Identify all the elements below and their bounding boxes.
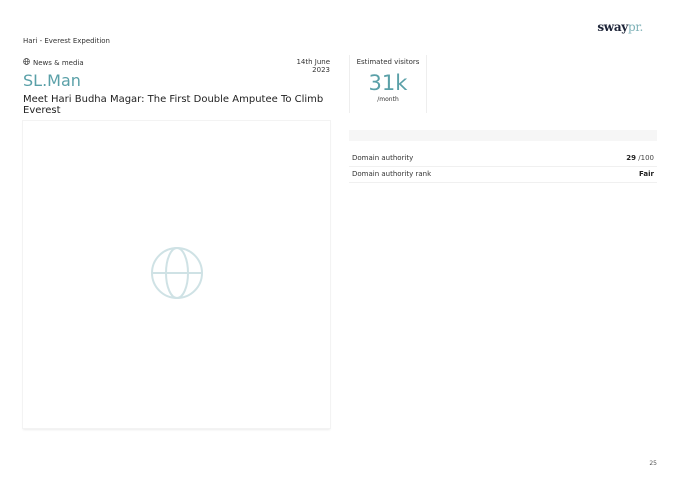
category: News & media — [23, 58, 84, 67]
metric-row: Domain authority rank Fair — [349, 167, 657, 183]
breadcrumb: Hari - Everest Expedition — [23, 37, 110, 45]
metric-row: Domain authority 29 /100 — [349, 151, 657, 167]
metric-label: Domain authority rank — [352, 170, 432, 178]
article-headline: Meet Hari Budha Magar: The First Double … — [23, 94, 324, 116]
visitors-label: Estimated visitors — [356, 58, 420, 66]
visitors-unit: /month — [377, 96, 399, 103]
category-label: News & media — [33, 58, 84, 67]
outlet-title: SL.Man — [23, 71, 81, 90]
metrics-table: Domain authority 29 /100 Domain authorit… — [349, 151, 657, 183]
metric-value: Fair — [639, 170, 654, 178]
brand-logo-part2: pr. — [627, 20, 643, 34]
globe-icon — [150, 246, 204, 304]
globe-icon — [23, 58, 30, 67]
article-image-placeholder — [23, 121, 330, 428]
visitors-value: 31k — [368, 71, 408, 95]
brand-logo: swaypr. — [597, 20, 643, 34]
metrics-header — [349, 130, 657, 141]
metric-value: 29 /100 — [626, 154, 654, 162]
visitors-card: Estimated visitors 31k /month — [349, 55, 427, 113]
brand-logo-part1: sway — [597, 20, 628, 34]
publish-date: 14th June 2023 — [296, 58, 330, 74]
page-number: 25 — [649, 460, 657, 467]
metric-label: Domain authority — [352, 154, 414, 162]
